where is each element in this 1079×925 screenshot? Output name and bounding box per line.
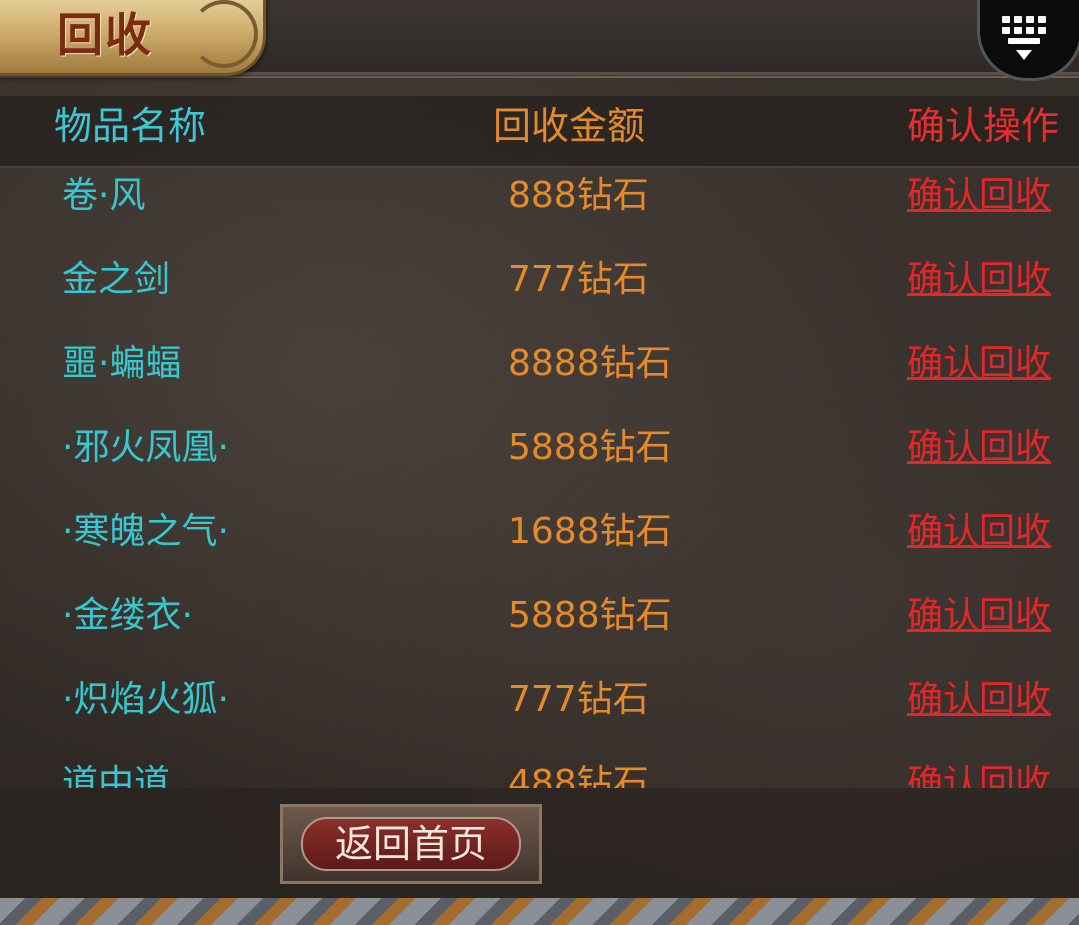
item-name: 卷·风 bbox=[62, 175, 146, 216]
item-name: ·邪火凤凰· bbox=[62, 427, 229, 468]
table-row: 道中道 488钻石 确认回收 bbox=[0, 742, 1079, 788]
item-name: 噩·蝙蝠 bbox=[62, 343, 182, 384]
table-row: 卷·风 888钻石 确认回收 bbox=[0, 168, 1079, 238]
confirm-recycle-link[interactable]: 确认回收 bbox=[907, 168, 1051, 238]
item-name: ·炽焰火狐· bbox=[62, 679, 229, 720]
divider bbox=[0, 76, 1079, 78]
table-header: 物品名称 回收金额 确认操作 bbox=[0, 96, 1079, 168]
item-amount: 488钻石 bbox=[508, 763, 649, 788]
confirm-recycle-link[interactable]: 确认回收 bbox=[907, 658, 1051, 742]
return-home-label: 返回首页 bbox=[301, 817, 521, 871]
item-name: ·金缕衣· bbox=[62, 595, 193, 636]
keyboard-menu-icon[interactable] bbox=[1000, 14, 1054, 64]
header-confirm-operation: 确认操作 bbox=[907, 104, 1060, 148]
item-amount: 1688钻石 bbox=[508, 511, 672, 552]
confirm-recycle-link[interactable]: 确认回收 bbox=[907, 742, 1051, 788]
table-row: ·寒魄之气· 1688钻石 确认回收 bbox=[0, 490, 1079, 574]
confirm-recycle-link[interactable]: 确认回收 bbox=[907, 322, 1051, 406]
confirm-recycle-link[interactable]: 确认回收 bbox=[907, 490, 1051, 574]
item-amount: 5888钻石 bbox=[508, 427, 672, 468]
confirm-recycle-link[interactable]: 确认回收 bbox=[907, 406, 1051, 490]
return-home-button[interactable]: 返回首页 bbox=[280, 804, 542, 884]
item-amount: 777钻石 bbox=[508, 259, 649, 300]
scroll-ornament-icon bbox=[190, 0, 258, 68]
confirm-recycle-link[interactable]: 确认回收 bbox=[907, 574, 1051, 658]
item-name: 道中道 bbox=[62, 763, 171, 788]
scene-strip bbox=[0, 898, 1079, 925]
item-amount: 777钻石 bbox=[508, 679, 649, 720]
table-row: ·炽焰火狐· 777钻石 确认回收 bbox=[0, 658, 1079, 742]
item-amount: 888钻石 bbox=[508, 175, 649, 216]
item-amount: 8888钻石 bbox=[508, 343, 672, 384]
header-recycle-amount: 回收金额 bbox=[493, 104, 646, 148]
page-title: 回收 bbox=[57, 8, 153, 62]
item-amount: 5888钻石 bbox=[508, 595, 672, 636]
table-row: 噩·蝙蝠 8888钻石 确认回收 bbox=[0, 322, 1079, 406]
table-row: 金之剑 777钻石 确认回收 bbox=[0, 238, 1079, 322]
header-item-name: 物品名称 bbox=[54, 104, 207, 148]
recycle-panel: 回收 物品名称 回收金额 确认操作 卷·风 888钻石 确认回收 金之剑 777… bbox=[0, 0, 1079, 925]
item-list[interactable]: 卷·风 888钻石 确认回收 金之剑 777钻石 确认回收 噩·蝙蝠 8888钻… bbox=[0, 168, 1079, 788]
confirm-recycle-link[interactable]: 确认回收 bbox=[907, 238, 1051, 322]
table-row: ·金缕衣· 5888钻石 确认回收 bbox=[0, 574, 1079, 658]
item-name: ·寒魄之气· bbox=[62, 511, 229, 552]
table-row: ·邪火凤凰· 5888钻石 确认回收 bbox=[0, 406, 1079, 490]
item-name: 金之剑 bbox=[62, 259, 171, 300]
